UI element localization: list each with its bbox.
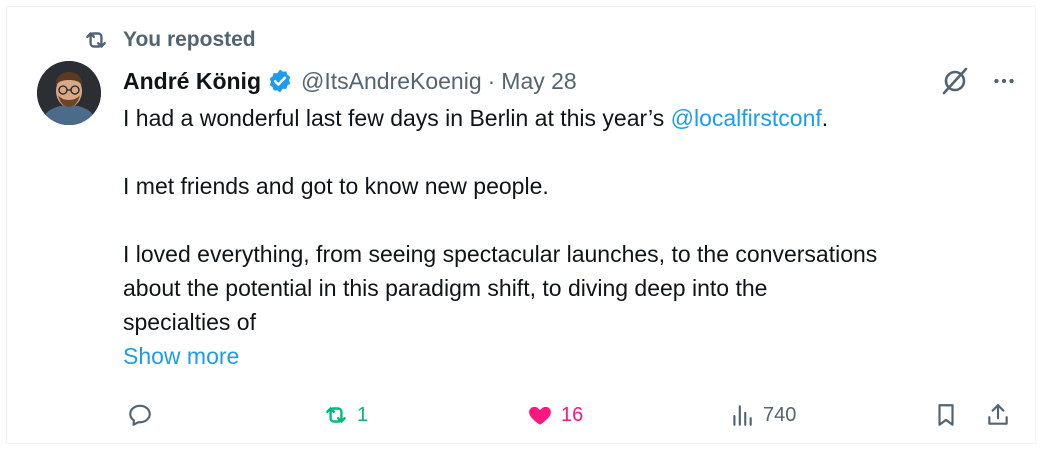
mention-link[interactable]: @localfirstconf xyxy=(671,105,822,131)
avatar[interactable] xyxy=(37,61,101,125)
views-button[interactable]: 740 xyxy=(729,397,796,433)
repost-banner: You reposted xyxy=(83,25,256,55)
tweet-paragraph-3-line-1: I loved everything, from seeing spectacu… xyxy=(123,241,878,267)
tweet-paragraph-3-line-2: about the potential in this paradigm shi… xyxy=(123,275,768,301)
heart-icon xyxy=(529,406,551,425)
action-bar: 1 16 740 xyxy=(123,397,1023,433)
like-button[interactable]: 16 xyxy=(527,397,583,433)
more-options-button[interactable] xyxy=(987,65,1021,97)
author-name[interactable]: André König xyxy=(123,68,261,95)
avatar-image xyxy=(37,61,101,125)
bookmark-icon xyxy=(938,404,954,426)
tweet-line-1: I had a wonderful last few days in Berli… xyxy=(123,101,1023,135)
repost-button[interactable]: 1 xyxy=(323,397,368,433)
tweet-line-1-text: I had a wonderful last few days in Berli… xyxy=(123,105,671,131)
tweet-paragraph-3-line-3: specialties of xyxy=(123,309,256,335)
author-handle[interactable]: @ItsAndreKoenig xyxy=(301,68,482,95)
share-button[interactable] xyxy=(985,397,1011,433)
tweet-text: I had a wonderful last few days in Berli… xyxy=(123,101,1023,339)
reply-button[interactable] xyxy=(127,397,161,433)
repost-icon xyxy=(326,407,346,423)
tweet-header: André König @ItsAndreKoenig · May 28 xyxy=(123,65,577,97)
tweet-paragraph-2: I met friends and got to know new people… xyxy=(123,173,549,199)
repost-icon xyxy=(86,32,106,48)
grok-icon[interactable] xyxy=(937,63,973,99)
repost-count: 1 xyxy=(357,403,369,426)
reply-icon xyxy=(129,404,151,426)
views-count: 740 xyxy=(763,403,797,426)
share-icon xyxy=(988,404,1008,425)
tweet-date[interactable]: May 28 xyxy=(501,68,576,95)
show-more-link[interactable]: Show more xyxy=(123,343,239,370)
separator-dot: · xyxy=(487,67,496,94)
verified-badge-icon[interactable] xyxy=(267,68,293,94)
repost-banner-text: You reposted xyxy=(123,28,256,51)
more-horizontal-icon xyxy=(994,78,1014,84)
like-count: 16 xyxy=(561,403,584,426)
bookmark-button[interactable] xyxy=(933,397,959,433)
tweet-card[interactable]: You reposted André König @ItsAndreKoenig… xyxy=(6,6,1036,444)
analytics-icon xyxy=(733,405,752,426)
tweet-line-1-end: . xyxy=(821,105,829,131)
